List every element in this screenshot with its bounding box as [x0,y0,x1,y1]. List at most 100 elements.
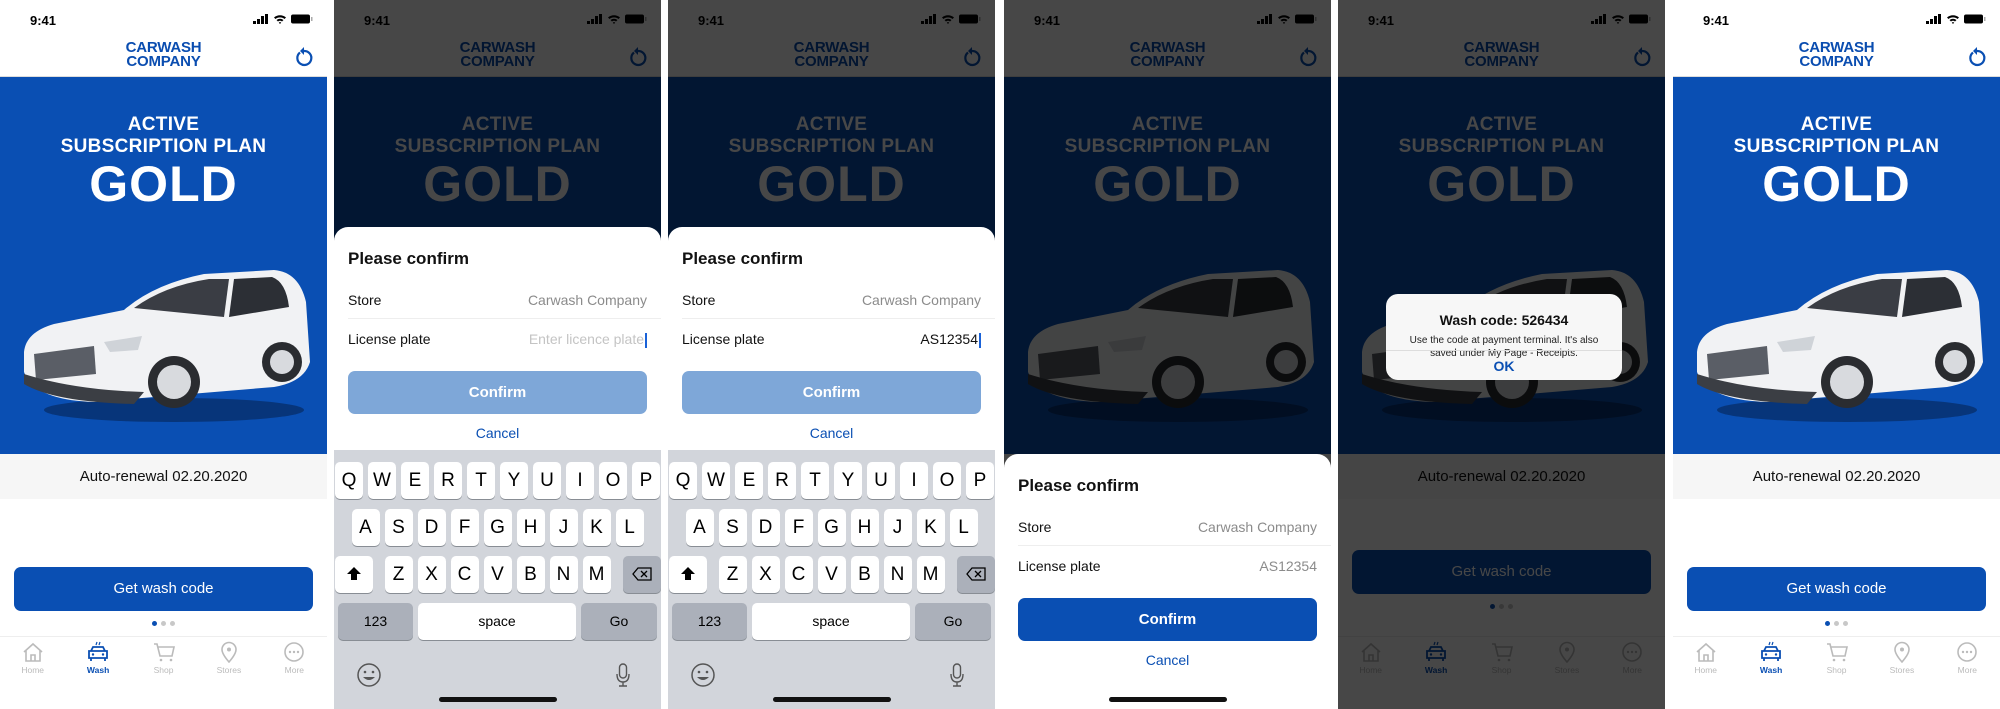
tab-wash[interactable]: Wash [65,637,130,680]
key-h[interactable]: H [516,509,545,546]
key-y[interactable]: Y [834,462,862,499]
key-u[interactable]: U [867,462,895,499]
key-s[interactable]: S [384,509,413,546]
microphone-icon[interactable] [949,662,965,688]
battery-icon [1964,14,1986,24]
key-o[interactable]: O [933,462,961,499]
key-m[interactable]: M [582,556,611,593]
key-s[interactable]: S [718,509,747,546]
key-p[interactable]: P [632,462,660,499]
key-t[interactable]: T [467,462,495,499]
key-i[interactable]: I [566,462,594,499]
key-l[interactable]: L [949,509,978,546]
key-n[interactable]: N [883,556,912,593]
confirm-button[interactable]: Confirm [1018,598,1317,641]
tab-wash[interactable]: Wash [1738,637,1803,680]
key-p[interactable]: P [966,462,994,499]
microphone-icon[interactable] [615,662,631,688]
license-plate-input[interactable]: Enter licence plate [529,320,647,358]
key-r[interactable]: R [768,462,796,499]
tab-stores[interactable]: Stores [196,637,261,680]
cancel-button[interactable]: Cancel [1004,652,1331,668]
key-z[interactable]: Z [718,556,747,593]
cancel-button[interactable]: Cancel [668,425,995,441]
key-a[interactable]: A [685,509,714,546]
backspace-key[interactable] [956,556,995,593]
key-m[interactable]: M [916,556,945,593]
key-x[interactable]: X [417,556,446,593]
key-v[interactable]: V [483,556,512,593]
license-plate-input[interactable]: AS12354 [920,320,981,358]
go-key[interactable]: Go [915,603,991,640]
key-b[interactable]: B [850,556,879,593]
emoji-icon[interactable] [690,662,716,688]
key-l[interactable]: L [615,509,644,546]
backspace-key[interactable] [622,556,661,593]
license-plate-input[interactable]: AS12354 [1259,547,1317,585]
refresh-icon[interactable] [1966,46,1988,68]
key-e[interactable]: E [735,462,763,499]
tab-home[interactable]: Home [1673,637,1738,680]
screen-confirm-typed: 9:41 CARWASHCOMPANY ACTIVE SUBSCRIPTION … [668,0,995,709]
key-u[interactable]: U [533,462,561,499]
key-q[interactable]: Q [669,462,697,499]
key-q[interactable]: Q [335,462,363,499]
get-wash-code-button[interactable]: Get wash code [14,567,313,611]
keyboard: QWERTYUIOP ASDFGHJKL ZXCVBNM 123 space G… [668,450,995,709]
key-r[interactable]: R [434,462,462,499]
space-key[interactable]: space [752,603,910,640]
key-j[interactable]: J [549,509,578,546]
space-key[interactable]: space [418,603,576,640]
key-x[interactable]: X [751,556,780,593]
key-f[interactable]: F [450,509,479,546]
key-f[interactable]: F [784,509,813,546]
key-n[interactable]: N [549,556,578,593]
carwash-logo: CARWASHCOMPANY [125,39,202,70]
shift-icon [346,567,361,580]
key-v[interactable]: V [817,556,846,593]
confirm-button[interactable]: Confirm [682,371,981,414]
key-z[interactable]: Z [384,556,413,593]
shift-key[interactable] [668,556,707,593]
store-value: Carwash Company [1197,519,1317,535]
go-key[interactable]: Go [581,603,657,640]
tab-shop[interactable]: Shop [1804,637,1869,680]
key-j[interactable]: J [883,509,912,546]
shift-key[interactable] [334,556,373,593]
tab-stores[interactable]: Stores [1869,637,1934,680]
key-c[interactable]: C [784,556,813,593]
tab-home[interactable]: Home [0,637,65,680]
key-t[interactable]: T [801,462,829,499]
key-a[interactable]: A [351,509,380,546]
license-plate-row[interactable]: License plate AS12354 [682,320,995,358]
emoji-icon[interactable] [356,662,382,688]
key-w[interactable]: W [702,462,730,499]
keyboard-row-1: QWERTYUIOP [334,462,661,499]
cancel-button[interactable]: Cancel [334,425,661,441]
key-e[interactable]: E [401,462,429,499]
key-i[interactable]: I [900,462,928,499]
numbers-key[interactable]: 123 [338,603,413,640]
tab-more[interactable]: More [1935,637,2000,680]
key-b[interactable]: B [516,556,545,593]
key-k[interactable]: K [582,509,611,546]
key-k[interactable]: K [916,509,945,546]
key-c[interactable]: C [450,556,479,593]
tab-shop[interactable]: Shop [131,637,196,680]
key-o[interactable]: O [599,462,627,499]
key-h[interactable]: H [850,509,879,546]
alert-ok-button[interactable]: OK [1386,350,1622,380]
key-g[interactable]: G [817,509,846,546]
key-w[interactable]: W [368,462,396,499]
numbers-key[interactable]: 123 [672,603,747,640]
refresh-icon[interactable] [293,46,315,68]
key-d[interactable]: D [751,509,780,546]
confirm-button[interactable]: Confirm [348,371,647,414]
key-y[interactable]: Y [500,462,528,499]
license-plate-row[interactable]: License plate Enter licence plate [348,320,661,358]
tab-more[interactable]: More [262,637,327,680]
key-g[interactable]: G [483,509,512,546]
key-d[interactable]: D [417,509,446,546]
license-plate-row[interactable]: License plate AS12354 [1018,547,1331,585]
get-wash-code-button[interactable]: Get wash code [1687,567,1986,611]
